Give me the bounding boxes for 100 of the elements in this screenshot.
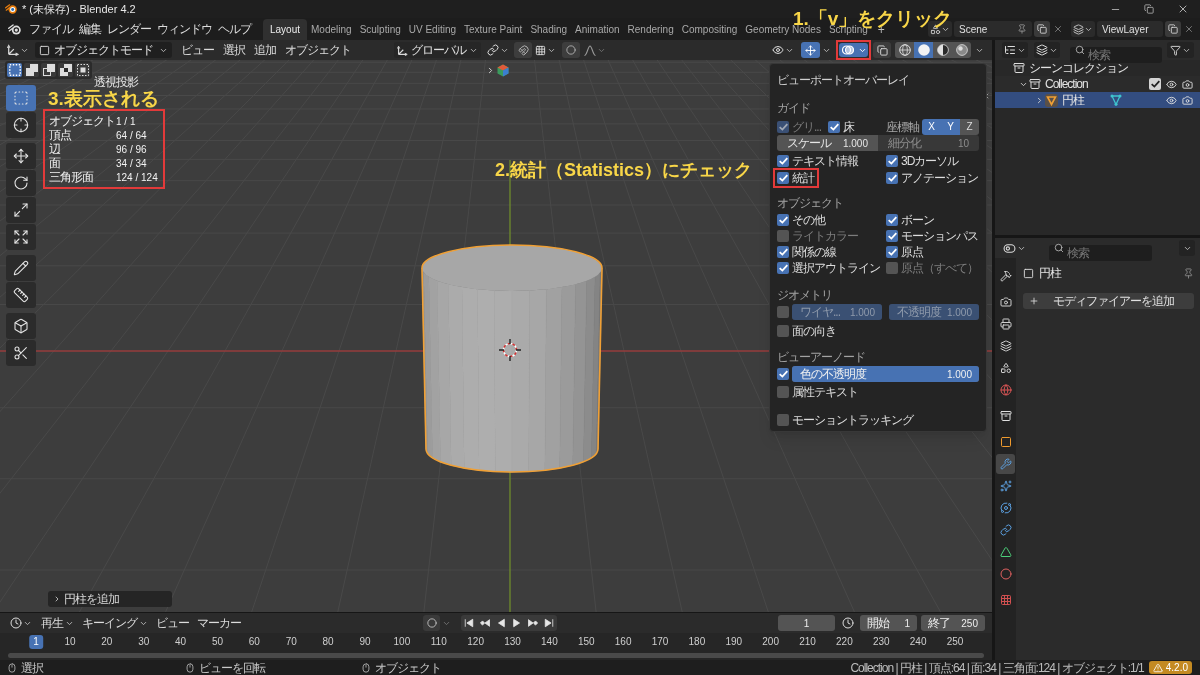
shading-button[interactable] [952,42,971,58]
checkbox[interactable] [777,325,789,337]
outliner-row[interactable]: 円柱 [995,92,1200,108]
scene-field[interactable]: Scene [954,21,1032,37]
workspace-tab[interactable]: Layout [263,19,308,40]
workspace-tab[interactable]: Sculpting [355,19,405,40]
checkbox[interactable] [1149,78,1161,90]
axis-toggle[interactable]: X [922,118,941,135]
operator-panel-button[interactable]: 円柱を追加 [48,591,172,607]
plus-icon [1029,296,1039,306]
header-menu[interactable]: 再生 [41,615,74,631]
axis-toggle[interactable]: Z [960,118,979,135]
snap-toggle[interactable] [514,42,532,58]
xray-toggle[interactable] [873,42,891,58]
checkbox[interactable] [886,230,898,242]
menu-item[interactable]: レンダー [107,22,151,36]
camera-icon[interactable] [1182,78,1193,90]
timeline-scrollbar[interactable] [8,653,984,658]
checkbox[interactable] [886,246,898,258]
frame-number: 230 [871,635,891,649]
eye-icon[interactable] [1166,78,1177,90]
shading-button[interactable] [895,42,914,58]
workspace-tab[interactable]: Animation [571,19,624,40]
checkbox[interactable] [777,246,789,258]
checkbox[interactable] [777,368,789,380]
frame-number: 150 [576,635,596,649]
workspace-tab[interactable]: UV Editing [404,19,460,40]
tool-button[interactable] [6,255,36,281]
workspace-tab[interactable]: Modeling [307,19,356,40]
header-menu[interactable]: ビュー [181,43,214,57]
new-scene-button[interactable] [1034,21,1050,37]
tool-button[interactable] [6,313,36,339]
checkbox[interactable] [777,214,789,226]
eye-icon[interactable] [1166,94,1177,106]
display-mode-dropdown[interactable] [1002,42,1028,58]
header-menu[interactable]: 選択 [223,43,245,57]
header-menu[interactable]: キーイング [82,615,148,631]
workspace-tab[interactable]: Rendering [623,19,678,40]
checkbox[interactable] [828,120,840,133]
tool-button[interactable] [6,197,36,223]
selection-mode-button[interactable] [58,63,73,77]
view-layer-selector[interactable] [1071,21,1095,37]
menu-item[interactable]: ファイル [29,22,73,36]
link-icon [999,524,1012,536]
view-dropdown[interactable] [1034,42,1060,58]
filter-dropdown[interactable] [1167,42,1194,58]
frame-number: 190 [724,635,744,649]
checkbox[interactable] [777,154,789,167]
header-menu[interactable]: マーカー [197,615,241,631]
menu-item[interactable]: ヘルプ [218,22,251,36]
new-view-layer-button[interactable] [1165,21,1181,37]
overlays-toggle[interactable] [839,43,857,57]
mode-dropdown[interactable]: オブジェクトモード [35,42,172,58]
tool-button[interactable] [6,340,36,366]
checkbox-label: ライトカラー [792,229,858,243]
checkbox[interactable] [777,262,789,274]
slider[interactable]: 色の不透明度 1.000 [792,366,979,382]
camera-icon[interactable] [1182,94,1193,106]
record-button[interactable] [423,615,440,631]
tool-button[interactable] [6,112,36,138]
selection-mode-button[interactable] [75,63,90,77]
menu-item[interactable]: ウィンドウ [157,22,212,36]
add-modifier-button[interactable]: モディファイアーを追加 [1023,293,1194,309]
header-menu[interactable]: 追加 [254,43,276,57]
axis-toggle[interactable]: Y [941,118,960,135]
tool-button[interactable] [6,143,36,169]
header-menu[interactable]: オブジェクト [285,43,351,57]
view-layer-field[interactable]: ViewLayer [1097,21,1163,37]
workspace-tab[interactable]: Compositing [677,19,742,40]
checkbox[interactable] [777,414,789,426]
header-menu[interactable]: ビュー [156,615,189,631]
scale-field[interactable]: スケール 1.000 [777,135,878,151]
clock-icon[interactable] [842,617,854,629]
checkbox[interactable] [886,214,898,226]
tool-button[interactable] [6,170,36,196]
pin-icon[interactable] [1183,267,1194,279]
current-frame-field[interactable]: 1 [778,615,835,631]
statistic-value: 1 / 1 [116,114,136,129]
tool-button[interactable] [6,282,36,308]
checkbox[interactable] [777,171,789,184]
start-frame-field[interactable]: 開始 1 [860,615,917,631]
checkbox[interactable] [777,386,789,398]
clock-icon [10,617,22,629]
proportional-edit-toggle[interactable] [562,42,580,58]
checkbox[interactable] [886,154,898,167]
orientation-dropdown[interactable]: グローバル [394,42,481,58]
end-frame-field[interactable]: 終了 250 [921,615,985,631]
checkbox[interactable] [886,171,898,184]
tool-button[interactable] [6,224,36,250]
menu-item[interactable]: 編集 [79,22,101,36]
selection-mode-button[interactable] [41,63,56,77]
checkmark-icon [778,216,788,224]
workspace-tab[interactable]: Texture Paint [460,19,527,40]
search-field[interactable]: 検索 [1070,47,1162,63]
search-field[interactable]: 検索 [1049,245,1152,261]
shading-button[interactable] [933,42,952,58]
overlays-dropdown[interactable] [857,43,868,57]
selection-mode-button[interactable] [24,63,39,77]
gizmo-toggle[interactable] [801,42,820,58]
workspace-tab[interactable]: Shading [526,19,572,40]
